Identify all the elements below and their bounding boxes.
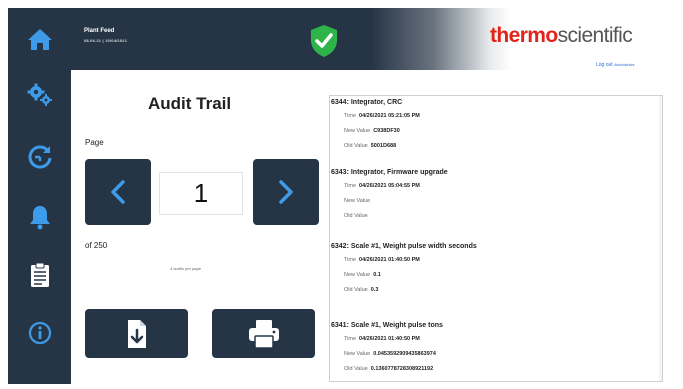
sidebar-item-calibration[interactable] <box>8 133 71 179</box>
entry-old-value-row: Old Value 0.3 <box>344 287 378 293</box>
sidebar-item-alarms[interactable] <box>8 194 71 240</box>
page-label: Page <box>85 138 104 147</box>
gears-icon <box>27 83 52 106</box>
page-total: of 250 <box>85 241 108 250</box>
sidebar-item-reports[interactable] <box>8 252 71 298</box>
time-label: Time <box>344 113 357 119</box>
new-value-label: New Value <box>344 272 371 278</box>
entry-old-value: 5001D688 <box>370 143 397 149</box>
entry-title: 6342: Scale #1, Weight pulse width secon… <box>331 243 477 250</box>
entry-old-value: 0.3 <box>370 287 379 293</box>
refresh-gauge-icon <box>28 145 51 169</box>
entry-time-row: Time 04/26/2021 01:40:50 PM <box>344 257 420 263</box>
logout-area: Log out Administrator <box>596 62 635 68</box>
user-role: Administrator <box>614 63 635 67</box>
time-label: Time <box>344 183 357 189</box>
sidebar-item-home[interactable] <box>8 16 71 62</box>
plant-name: Plant Feed <box>84 28 115 34</box>
print-button[interactable] <box>212 309 315 358</box>
time-label: Time <box>344 257 357 263</box>
entry-old-value-row: Old Value <box>344 213 371 219</box>
entry-new-value-row: New Value <box>344 198 373 204</box>
clipboard-icon <box>30 262 49 287</box>
page-number-input[interactable]: 1 <box>159 172 243 215</box>
audit-list-scrollbar[interactable] <box>659 96 662 381</box>
entry-title: 6343: Integrator, Firmware upgrade <box>331 169 448 176</box>
brand-scientific: scientific <box>557 24 633 47</box>
entry-title: 6341: Scale #1, Weight pulse tons <box>331 322 443 329</box>
screen: Plant Feed 08.06.21 | 10/04/2021 thermos… <box>0 0 683 389</box>
page-title: Audit Trail <box>148 94 232 113</box>
info-icon <box>28 321 51 345</box>
sidebar-item-settings[interactable] <box>8 72 71 118</box>
entry-time-row: Time 04/26/2021 01:40:50 PM <box>344 336 420 342</box>
entry-new-value-row: New Value 0.1 <box>344 272 381 278</box>
entry-time: 04/26/2021 05:04:55 PM <box>359 183 420 189</box>
next-page-button[interactable] <box>253 159 319 225</box>
plant-subtitle: 08.06.21 | 10/04/2021 <box>84 38 128 43</box>
printer-icon <box>248 319 279 349</box>
top-header: Plant Feed 08.06.21 | 10/04/2021 thermos… <box>71 8 675 70</box>
entry-old-value-row: Old Value 5001D688 <box>344 143 396 149</box>
old-value-label: Old Value <box>344 287 368 293</box>
new-value-label: New Value <box>344 351 371 357</box>
entry-time-row: Time 04/26/2021 05:21:05 PM <box>344 113 420 119</box>
old-value-label: Old Value <box>344 213 368 219</box>
entry-time: 04/26/2021 01:40:50 PM <box>359 257 420 263</box>
chevron-left-icon <box>111 180 125 204</box>
entry-new-value-row: New Value C938DF30 <box>344 128 400 134</box>
old-value-label: Old Value <box>344 143 368 149</box>
logout-link[interactable]: Log out <box>596 62 613 68</box>
status-check-shield-icon[interactable] <box>309 24 339 58</box>
entry-title: 6344: Integrator, CRC <box>331 99 403 106</box>
entry-new-value-row: New Value 0.0453592909435863974 <box>344 351 436 357</box>
entry-new-value: C938DF30 <box>373 128 400 134</box>
entry-old-value: 0.1360778728308921192 <box>370 366 434 372</box>
chevron-right-icon <box>279 180 293 204</box>
entry-time-row: Time 04/26/2021 05:04:55 PM <box>344 183 420 189</box>
entry-new-value: 0.1 <box>373 272 381 278</box>
home-icon <box>27 29 52 50</box>
per-page-note: 4 audits per page <box>170 266 201 271</box>
bell-icon <box>29 206 50 230</box>
previous-page-button[interactable] <box>85 159 151 225</box>
new-value-label: New Value <box>344 198 371 204</box>
sidebar <box>8 8 71 384</box>
entry-old-value-row: Old Value 0.1360778728308921192 <box>344 366 433 372</box>
sidebar-item-info[interactable] <box>8 310 71 356</box>
entry-time: 04/26/2021 05:21:05 PM <box>359 113 420 119</box>
brand-thermo: thermo <box>490 24 558 47</box>
entry-time: 04/26/2021 01:40:50 PM <box>359 336 420 342</box>
entry-new-value: 0.0453592909435863974 <box>373 351 436 357</box>
brand-logo: thermoscientific <box>490 24 633 48</box>
old-value-label: Old Value <box>344 366 368 372</box>
download-file-icon <box>127 319 146 348</box>
time-label: Time <box>344 336 357 342</box>
audit-list[interactable]: 6344: Integrator, CRC Time 04/26/2021 05:… <box>329 95 663 382</box>
export-button[interactable] <box>85 309 188 358</box>
new-value-label: New Value <box>344 128 371 134</box>
